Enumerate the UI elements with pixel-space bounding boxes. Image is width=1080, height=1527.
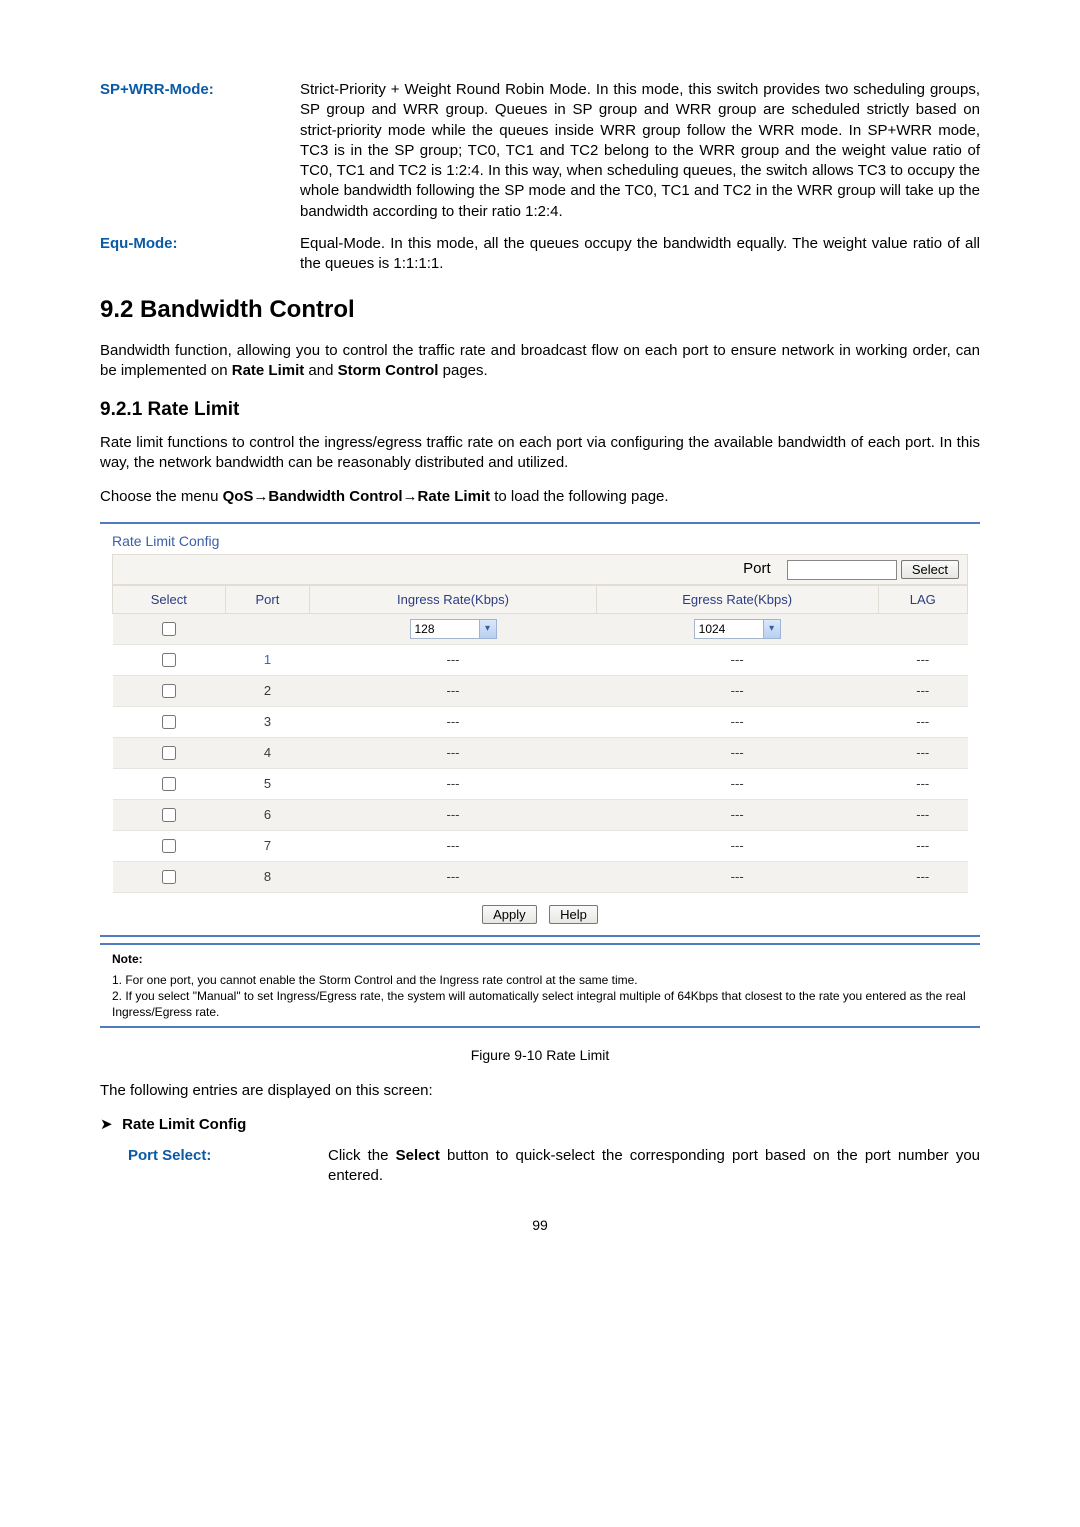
menu-b: QoS→Bandwidth Control→Rate Limit bbox=[223, 488, 491, 505]
cell-lag: --- bbox=[878, 831, 968, 862]
cell-ingress: --- bbox=[310, 800, 597, 831]
cell-port: 5 bbox=[225, 769, 309, 800]
cell-ingress: --- bbox=[310, 831, 597, 862]
cell-egress: --- bbox=[596, 676, 878, 707]
ps-b: Select bbox=[396, 1147, 440, 1164]
egress-dropdown-icon[interactable]: ▾ bbox=[763, 619, 781, 639]
rate-limit-config-panel: Rate Limit Config Port Select Select Por… bbox=[100, 522, 980, 938]
cell-port: 7 bbox=[225, 831, 309, 862]
cell-port: 3 bbox=[225, 707, 309, 738]
cell-ingress: --- bbox=[310, 738, 597, 769]
col-lag: LAG bbox=[878, 585, 968, 614]
panel-title: Rate Limit Config bbox=[112, 532, 968, 551]
cell-lag: --- bbox=[878, 800, 968, 831]
cell-egress: --- bbox=[596, 769, 878, 800]
cell-ingress: --- bbox=[310, 645, 597, 676]
subsection-heading: 9.2.1 Rate Limit bbox=[100, 397, 980, 423]
bw-text-c: and bbox=[304, 362, 337, 379]
row-checkbox[interactable] bbox=[162, 777, 176, 791]
cell-lag: --- bbox=[878, 769, 968, 800]
cell-port: 6 bbox=[225, 800, 309, 831]
help-button[interactable]: Help bbox=[549, 905, 598, 924]
cell-egress: --- bbox=[596, 862, 878, 893]
row-checkbox[interactable] bbox=[162, 715, 176, 729]
cell-port: 2 bbox=[225, 676, 309, 707]
entries-intro: The following entries are displayed on t… bbox=[100, 1081, 980, 1101]
cell-port: 1 bbox=[225, 645, 309, 676]
cell-egress: --- bbox=[596, 707, 878, 738]
chevron-right-icon: ➤ bbox=[100, 1115, 118, 1135]
apply-button[interactable]: Apply bbox=[482, 905, 537, 924]
cell-egress: --- bbox=[596, 738, 878, 769]
row-checkbox[interactable] bbox=[162, 870, 176, 884]
col-egress: Egress Rate(Kbps) bbox=[596, 585, 878, 614]
cell-egress: --- bbox=[596, 800, 878, 831]
page-number: 99 bbox=[100, 1216, 980, 1235]
note-line-2: 2. If you select "Manual" to set Ingress… bbox=[112, 988, 968, 1020]
col-select: Select bbox=[113, 585, 226, 614]
note-title: Note: bbox=[112, 951, 968, 967]
egress-rate-input[interactable] bbox=[694, 619, 764, 639]
cell-ingress: --- bbox=[310, 707, 597, 738]
ingress-rate-input[interactable] bbox=[410, 619, 480, 639]
bw-text-b: Rate Limit bbox=[232, 362, 305, 379]
bullet-label: Rate Limit Config bbox=[122, 1116, 246, 1133]
cell-ingress: --- bbox=[310, 769, 597, 800]
cell-ingress: --- bbox=[310, 676, 597, 707]
row-checkbox[interactable] bbox=[162, 684, 176, 698]
menu-c: to load the following page. bbox=[490, 488, 668, 505]
note-line-1: 1. For one port, you cannot enable the S… bbox=[112, 972, 968, 988]
cell-egress: --- bbox=[596, 645, 878, 676]
cell-lag: --- bbox=[878, 738, 968, 769]
col-port: Port bbox=[225, 585, 309, 614]
cell-port: 8 bbox=[225, 862, 309, 893]
cell-egress: --- bbox=[596, 831, 878, 862]
cell-lag: --- bbox=[878, 707, 968, 738]
section-heading: 9.2 Bandwidth Control bbox=[100, 294, 980, 326]
cell-lag: --- bbox=[878, 862, 968, 893]
ingress-dropdown-icon[interactable]: ▾ bbox=[479, 619, 497, 639]
select-all-checkbox[interactable] bbox=[162, 622, 176, 636]
menu-path-line: Choose the menu QoS→Bandwidth Control→Ra… bbox=[100, 487, 980, 507]
port-label: Port bbox=[743, 559, 771, 579]
bw-text-e: pages. bbox=[438, 362, 487, 379]
row-checkbox[interactable] bbox=[162, 808, 176, 822]
cell-ingress: --- bbox=[310, 862, 597, 893]
row-checkbox[interactable] bbox=[162, 839, 176, 853]
row-checkbox[interactable] bbox=[162, 653, 176, 667]
col-ingress: Ingress Rate(Kbps) bbox=[310, 585, 597, 614]
port-input[interactable] bbox=[787, 560, 897, 580]
note-block: Note: 1. For one port, you cannot enable… bbox=[100, 943, 980, 1022]
cell-lag: --- bbox=[878, 645, 968, 676]
def-label-spwrr: SP+WRR-Mode: bbox=[100, 80, 300, 222]
def-body-spwrr: Strict-Priority + Weight Round Robin Mod… bbox=[300, 80, 980, 222]
bandwidth-intro: Bandwidth function, allowing you to cont… bbox=[100, 341, 980, 382]
bw-text-d: Storm Control bbox=[338, 362, 439, 379]
def-body-equ: Equal-Mode. In this mode, all the queues… bbox=[300, 234, 980, 275]
cell-port: 4 bbox=[225, 738, 309, 769]
ps-a: Click the bbox=[328, 1147, 396, 1164]
rate-limit-table: Select Port Ingress Rate(Kbps) Egress Ra… bbox=[112, 585, 968, 894]
port-select-label: Port Select: bbox=[128, 1146, 328, 1187]
figure-caption: Figure 9-10 Rate Limit bbox=[100, 1046, 980, 1065]
row-checkbox[interactable] bbox=[162, 746, 176, 760]
port-select-bar: Port Select bbox=[112, 554, 968, 584]
port-select-body: Click the Select button to quick-select … bbox=[328, 1146, 980, 1187]
cell-lag: --- bbox=[878, 676, 968, 707]
menu-a: Choose the menu bbox=[100, 488, 223, 505]
def-label-equ: Equ-Mode: bbox=[100, 234, 300, 275]
bullet-rate-limit-config: ➤ Rate Limit Config bbox=[100, 1115, 980, 1135]
rate-limit-paragraph: Rate limit functions to control the ingr… bbox=[100, 433, 980, 474]
select-button[interactable]: Select bbox=[901, 560, 959, 579]
